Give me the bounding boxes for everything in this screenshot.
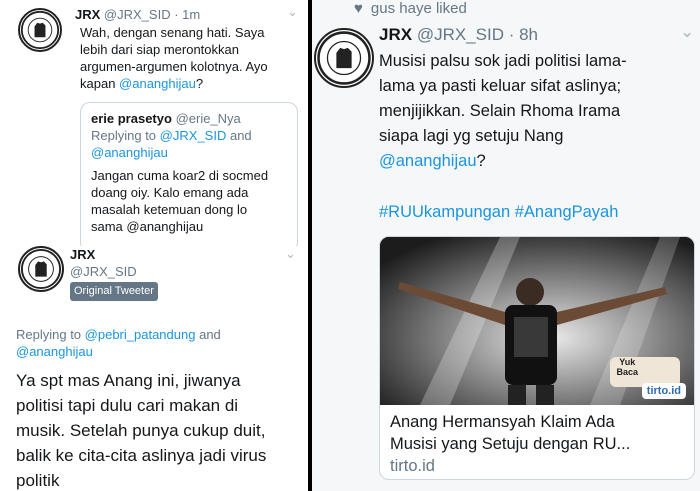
card-title-line: Anang Hermansyah Klaim Ada [390, 413, 615, 431]
tweet-panel-2: JRX @JRX_SID Original Tweeter ⌄ Replying… [0, 246, 308, 491]
quote-line: Jangan cuma koar2 di socmed [91, 168, 269, 183]
card-title-line: Musisi yang Setuju dengan RU... [390, 435, 631, 453]
avatar[interactable] [18, 246, 64, 292]
quote-line: sama @ananghijau [91, 219, 204, 234]
author-name[interactable]: JRX [379, 25, 412, 44]
mention-link[interactable]: @JRX_SID [160, 128, 227, 143]
tweet-text: Wah, dengan senang hati. Saya lebih dari… [80, 24, 300, 92]
tirto-logo: tirto.id [641, 383, 686, 399]
replying-to: Replying to @JRX_SID and [91, 127, 287, 144]
tweet-time[interactable]: · 8h [509, 25, 538, 44]
hashtags[interactable]: #RUUkampungan #AnangPayah [379, 200, 618, 225]
tweet-line: musik. Setelah punya cukup duit, [16, 421, 266, 440]
card-image: tirto.id Yuk Baca [380, 237, 694, 405]
link-card[interactable]: tirto.id Yuk Baca Anang Hermansyah Klaim… [379, 236, 695, 480]
liked-text[interactable]: gus haye liked [371, 0, 467, 17]
fist-icon [20, 10, 60, 50]
mention-link[interactable]: @ananghijau [91, 144, 287, 161]
tweet-text-part: kapan [80, 76, 116, 91]
author-name[interactable]: JRX [70, 246, 158, 263]
tweet-text-part: ? [195, 76, 204, 91]
fist-icon [317, 31, 371, 85]
tweet-line: politisi tapi dulu cari makan di [16, 396, 239, 415]
tweet-line: Ya spt mas Anang ini, jiwanya [16, 371, 241, 390]
tweet-line: lama ya pasti keluar sifat aslinya; [379, 77, 622, 95]
quote-line: masalah ketemuan dong lo [91, 202, 248, 217]
replying-and: and [199, 327, 221, 342]
chevron-down-icon[interactable]: ⌄ [287, 4, 298, 20]
quote-text: Jangan cuma koar2 di socmed doang oiy. K… [91, 167, 287, 235]
fist-icon [20, 248, 62, 290]
overlay-line: Baca [616, 367, 638, 377]
author-handle[interactable]: @JRX_SID [104, 7, 171, 22]
original-tweeter-badge: Original Tweeter [70, 282, 158, 301]
replying-label: Replying to [16, 327, 82, 342]
overlay-line: Yuk [619, 357, 636, 367]
tweet-line: balik ke cita-cita aslinya jadi virus [16, 446, 267, 465]
heart-icon: ♥ [354, 0, 363, 17]
author-handle[interactable]: @JRX_SID [417, 25, 504, 44]
tweet-text: Ya spt mas Anang ini, jiwanya politisi t… [16, 368, 308, 491]
replying-to: Replying to @pebri_patandung and @anangh… [16, 326, 306, 360]
tweet-panel-3: ♥ gus haye liked JRX @JRX_SID · 8h ⌄ Musi… [312, 0, 700, 491]
card-domain: tirto.id [390, 457, 435, 475]
mention-link[interactable]: @pebri_patandung [85, 327, 196, 342]
card-overlay-text: Yuk Baca [616, 357, 638, 377]
tweet-header: JRX @JRX_SID · 1m [75, 6, 200, 23]
mention-link[interactable]: @ananghijau [119, 76, 196, 91]
quote-author-handle: @erie_Nya [175, 111, 241, 126]
author-name[interactable]: JRX [75, 7, 100, 22]
tweet-header: JRX @JRX_SID · 8h [379, 24, 538, 46]
tweet-line: menjijikkan. Selain Rhoma Irama [379, 102, 621, 120]
avatar[interactable] [18, 8, 62, 52]
author-handle[interactable]: @JRX_SID [70, 263, 158, 280]
tweet-line: siapa lagi yg setuju Nang [379, 127, 564, 145]
card-title: Anang Hermansyah Klaim Ada Musisi yang S… [380, 405, 694, 479]
tweet-text: Musisi palsu sok jadi politisi lama- lam… [379, 49, 697, 174]
tweet-time[interactable]: · 1m [174, 7, 200, 22]
tweet-line: argumen-argumen kolotnya. Ayo [80, 59, 268, 74]
quoted-tweet[interactable]: erie prasetyo @erie_Nya Replying to @JRX… [80, 102, 298, 246]
mention-link[interactable]: @ananghijau [379, 152, 477, 170]
quote-line: doang oiy. Kalo emang ada [91, 185, 249, 200]
replying-label: Replying to [91, 128, 157, 143]
tweet-panel-1: JRX @JRX_SID · 1m ⌄ Wah, dengan senang h… [0, 0, 308, 246]
quote-author-name: erie prasetyo [91, 111, 172, 126]
avatar[interactable] [314, 28, 374, 88]
replying-and: and [229, 128, 252, 143]
chevron-down-icon[interactable]: ⌄ [680, 22, 694, 42]
concert-photo [380, 237, 694, 405]
tweet-line: kapan @ananghijau? [80, 75, 300, 92]
tweet-text-part: ? [476, 152, 486, 170]
mention-link[interactable]: @ananghijau [16, 343, 306, 360]
chevron-down-icon[interactable]: ⌄ [285, 246, 296, 262]
social-context: ♥ gus haye liked [354, 0, 467, 18]
tweet-line: lebih dari siap merontokkan [80, 42, 239, 57]
tweet-line: Wah, dengan senang hati. Saya [80, 25, 265, 40]
tweet-line: politik [16, 471, 60, 490]
tweet-header: JRX @JRX_SID Original Tweeter [70, 246, 158, 301]
tweet-line: Musisi palsu sok jadi politisi lama- [379, 52, 627, 70]
